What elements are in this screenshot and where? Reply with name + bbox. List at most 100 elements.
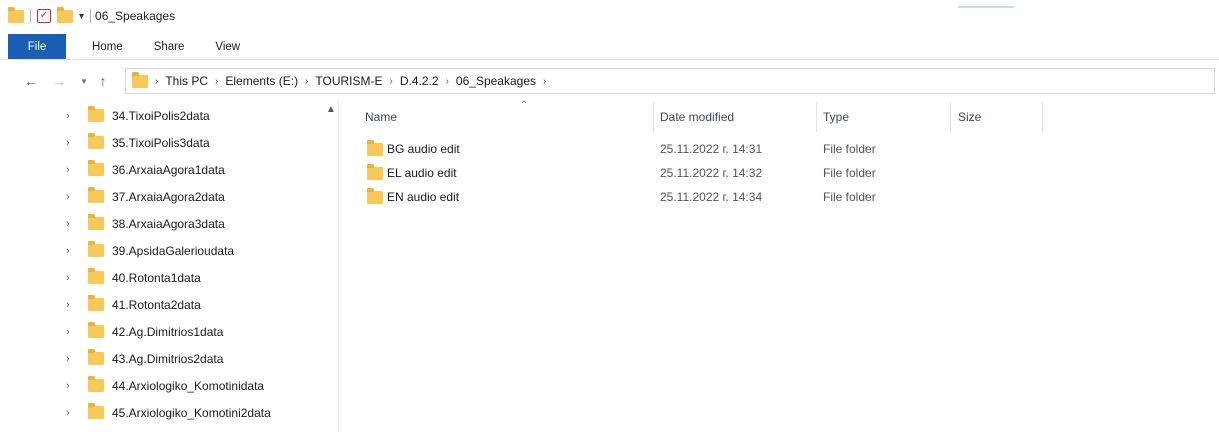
expand-chevron-icon[interactable]: ›	[66, 299, 70, 311]
nav-item-label: 38.ArxaiaAgora3data	[112, 216, 225, 231]
column-divider[interactable]	[950, 102, 951, 132]
file-date-modified: 25.11.2022 г. 14:32	[660, 166, 763, 180]
nav-item[interactable]: › 40.Rotonta1data	[0, 264, 320, 291]
expand-chevron-icon[interactable]: ›	[66, 110, 70, 122]
breadcrumb-this-pc[interactable]: This PC	[165, 74, 208, 88]
file-date-modified: 25.11.2022 г. 14:34	[660, 190, 763, 204]
nav-item-label: 40.Rotonta1data	[112, 270, 201, 285]
expand-chevron-icon[interactable]: ›	[66, 407, 70, 419]
nav-item[interactable]: › 35.TixoiPolis3data	[0, 129, 320, 156]
column-divider[interactable]	[1042, 102, 1043, 132]
customize-toolbar-arrow-icon[interactable]: ▾	[79, 11, 84, 22]
column-header-date-modified[interactable]: Date modified	[660, 102, 810, 132]
folder-icon	[367, 188, 383, 204]
tab-share[interactable]: Share	[154, 34, 185, 59]
sort-ascending-icon: ⌃	[520, 100, 529, 111]
nav-item[interactable]: › 38.ArxaiaAgora3data	[0, 210, 320, 237]
address-bar[interactable]: › This PC › Elements (E:) › TOURISM-E › …	[125, 68, 1215, 94]
expand-chevron-icon[interactable]: ›	[66, 191, 70, 203]
scroll-up-arrow-icon[interactable]: ▲	[326, 104, 336, 115]
column-header-label: Type	[823, 110, 850, 124]
forward-arrow-icon[interactable]: →	[48, 73, 70, 89]
toolbar-divider	[30, 9, 31, 23]
up-arrow-icon[interactable]: ↑	[92, 73, 114, 89]
nav-item[interactable]: › 34.TixoiPolis2data	[0, 102, 320, 129]
nav-item-label: 36.ArxaiaAgora1data	[112, 162, 225, 177]
tab-file[interactable]: File	[8, 34, 66, 59]
nav-item[interactable]: › 44.Arxiologiko_Komotinidata	[0, 372, 320, 399]
expand-chevron-icon[interactable]: ›	[66, 164, 70, 176]
nav-item[interactable]: › 45.Arxiologiko_Komotini2data	[0, 399, 320, 426]
column-divider[interactable]	[653, 102, 654, 132]
expand-chevron-icon[interactable]: ›	[66, 137, 70, 149]
nav-item[interactable]: › 37.ArxaiaAgora2data	[0, 183, 320, 210]
nav-item[interactable]: › 43.Ag.Dimitrios2data	[0, 345, 320, 372]
folder-icon	[132, 71, 148, 88]
toolbar-divider	[90, 9, 92, 23]
tab-view[interactable]: View	[215, 34, 240, 59]
folder-icon	[367, 140, 383, 156]
nav-item-label: 35.TixoiPolis3data	[112, 135, 210, 150]
window-title: 06_Speakages	[95, 9, 176, 23]
file-row[interactable]: EN audio edit 25.11.2022 г. 14:34 File f…	[355, 185, 1055, 209]
column-header-label: Name	[365, 110, 398, 124]
folder-icon	[8, 6, 24, 23]
back-arrow-icon[interactable]: ←	[20, 73, 42, 89]
new-folder-icon[interactable]	[57, 6, 73, 23]
expand-chevron-icon[interactable]: ›	[66, 245, 70, 257]
expand-chevron-icon[interactable]: ›	[66, 353, 70, 365]
nav-item-label: 44.Arxiologiko_Komotinidata	[112, 378, 265, 393]
breadcrumb-elements-drive[interactable]: Elements (E:)	[225, 74, 298, 88]
file-row[interactable]: EL audio edit 25.11.2022 г. 14:32 File f…	[355, 161, 1055, 185]
column-header-name[interactable]: Name ⌃	[365, 100, 650, 132]
folder-icon	[88, 214, 104, 230]
nav-item[interactable]: › 41.Rotonta2data	[0, 291, 320, 318]
nav-item[interactable]: › 42.Ag.Dimitrios1data	[0, 318, 320, 345]
expand-chevron-icon[interactable]: ›	[66, 272, 70, 284]
folder-icon	[88, 187, 104, 203]
chevron-right-icon[interactable]: ›	[543, 76, 546, 87]
folder-icon	[88, 322, 104, 338]
file-date-modified: 25.11.2022 г. 14:31	[660, 142, 763, 156]
title-bar: ✓ ▾ 06_Speakages	[0, 0, 1219, 32]
navigation-pane-scrollbar[interactable]	[338, 100, 339, 432]
nav-item-label: 34.TixoiPolis2data	[112, 108, 210, 123]
nav-item[interactable]: › 36.ArxaiaAgora1data	[0, 156, 320, 183]
file-row[interactable]: BG audio edit 25.11.2022 г. 14:31 File f…	[355, 137, 1055, 161]
file-name: EL audio edit	[387, 166, 457, 180]
column-header-label: Size	[958, 110, 982, 124]
expand-chevron-icon[interactable]: ›	[66, 326, 70, 338]
folder-icon	[367, 164, 383, 180]
folder-icon	[88, 133, 104, 149]
chevron-right-icon[interactable]: ›	[305, 76, 308, 87]
file-type: File folder	[823, 142, 876, 156]
folder-icon	[88, 106, 104, 122]
folder-icon	[88, 295, 104, 311]
breadcrumb-tourism-e[interactable]: TOURISM-E	[315, 74, 382, 88]
column-header-size[interactable]: Size	[958, 102, 1038, 132]
chevron-right-icon[interactable]: ›	[155, 76, 158, 87]
navigation-row: ← → ▾ ↑ › This PC › Elements (E:) › TOUR…	[0, 66, 1219, 96]
breadcrumb-d422[interactable]: D.4.2.2	[400, 74, 439, 88]
expand-chevron-icon[interactable]: ›	[66, 218, 70, 230]
tab-home[interactable]: Home	[92, 34, 123, 59]
file-type: File folder	[823, 166, 876, 180]
nav-item-label: 45.Arxiologiko_Komotini2data	[112, 405, 271, 420]
nav-item[interactable]: › 39.ApsidaGalerioudata	[0, 237, 320, 264]
properties-check-icon[interactable]: ✓	[37, 9, 51, 23]
chevron-right-icon[interactable]: ›	[390, 76, 393, 87]
column-header-type[interactable]: Type	[823, 102, 943, 132]
chevron-right-icon[interactable]: ›	[215, 76, 218, 87]
expand-chevron-icon[interactable]: ›	[66, 380, 70, 392]
recent-locations-chevron-icon[interactable]: ▾	[76, 76, 92, 87]
chevron-right-icon[interactable]: ›	[446, 76, 449, 87]
file-name: BG audio edit	[387, 142, 460, 156]
column-header-label: Date modified	[660, 110, 735, 124]
column-divider[interactable]	[816, 102, 817, 132]
file-list: Name ⌃ Date modified Type Size BG audio …	[345, 100, 1219, 432]
folder-icon	[88, 349, 104, 365]
nav-item-label: 37.ArxaiaAgora2data	[112, 189, 225, 204]
breadcrumb-speakages[interactable]: 06_Speakages	[456, 74, 536, 88]
nav-item-label: 41.Rotonta2data	[112, 297, 201, 312]
folder-icon	[88, 403, 104, 419]
